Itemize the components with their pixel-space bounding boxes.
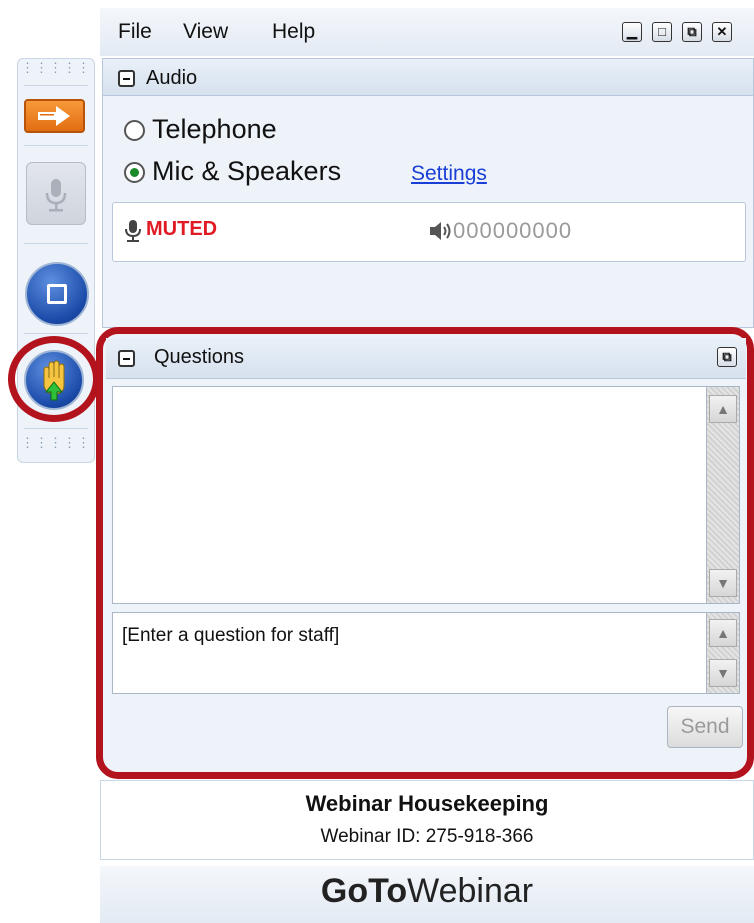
toolbar-divider: [24, 333, 88, 334]
questions-title: Questions: [154, 346, 245, 368]
audio-header: [103, 59, 753, 96]
microphone-button[interactable]: [26, 162, 86, 225]
menu-view[interactable]: View: [183, 20, 228, 44]
gotowebinar-logo: GoToWebinar: [100, 872, 754, 911]
send-button[interactable]: Send: [667, 706, 743, 748]
raise-hand-icon: [43, 360, 65, 401]
questions-popout-button[interactable]: ⧉: [717, 347, 737, 367]
questions-log: [112, 386, 708, 604]
mic-muted-status: MUTED: [146, 218, 218, 240]
speaker-icon: [430, 222, 451, 240]
drag-grip-icon[interactable]: ⋮⋮⋮⋮⋮: [17, 60, 95, 76]
audio-collapse-button[interactable]: [118, 70, 135, 87]
microphone-icon: [45, 179, 67, 212]
mic-speakers-label[interactable]: Mic & Speakers: [152, 156, 341, 187]
settings-link[interactable]: Settings: [411, 162, 487, 186]
screen-share-button[interactable]: [25, 262, 89, 326]
toolbar-divider: [24, 145, 88, 146]
restore-button[interactable]: ⧉: [682, 22, 702, 42]
minimize-button[interactable]: ▁: [622, 22, 642, 42]
question-input-scrollbar[interactable]: ▲ ▼: [706, 612, 740, 694]
mic-speakers-radio[interactable]: [124, 162, 145, 183]
scroll-down-icon[interactable]: ▼: [709, 659, 737, 687]
maximize-button[interactable]: □: [652, 22, 672, 42]
muted-microphone-icon: [125, 220, 141, 242]
menu-help[interactable]: Help: [272, 20, 315, 44]
toolbar-divider: [24, 243, 88, 244]
telephone-label[interactable]: Telephone: [152, 114, 277, 145]
questions-log-scrollbar[interactable]: ▲ ▼: [706, 386, 740, 604]
webinar-title: Webinar Housekeeping: [305, 791, 549, 816]
speaker-level-meter: 000000000: [453, 218, 573, 243]
telephone-radio[interactable]: [124, 120, 145, 141]
show-hide-panel-button[interactable]: [24, 99, 85, 133]
webinar-id: Webinar ID: 275-918-366: [320, 826, 534, 847]
popout-icon: ⧉: [722, 349, 732, 364]
arrow-right-icon: [38, 106, 70, 126]
screen-share-icon: [47, 284, 67, 304]
toolbar-divider: [24, 428, 88, 429]
scroll-down-icon[interactable]: ▼: [709, 569, 737, 597]
audio-title: Audio: [146, 67, 198, 89]
scroll-up-icon[interactable]: ▲: [709, 619, 737, 647]
close-button[interactable]: ✕: [712, 22, 732, 42]
toolbar-divider: [24, 85, 88, 86]
logo-light-part: Webinar: [407, 872, 534, 910]
logo-bold-part: GoTo: [320, 872, 408, 910]
scroll-up-icon[interactable]: ▲: [709, 395, 737, 423]
raise-hand-button[interactable]: [24, 350, 84, 410]
questions-collapse-button[interactable]: [118, 350, 135, 367]
question-input[interactable]: [Enter a question for staff]: [112, 612, 708, 694]
audio-panel: [102, 58, 754, 328]
menu-file[interactable]: File: [118, 20, 152, 44]
drag-grip-icon[interactable]: ⋮⋮⋮⋮⋮: [17, 435, 95, 451]
